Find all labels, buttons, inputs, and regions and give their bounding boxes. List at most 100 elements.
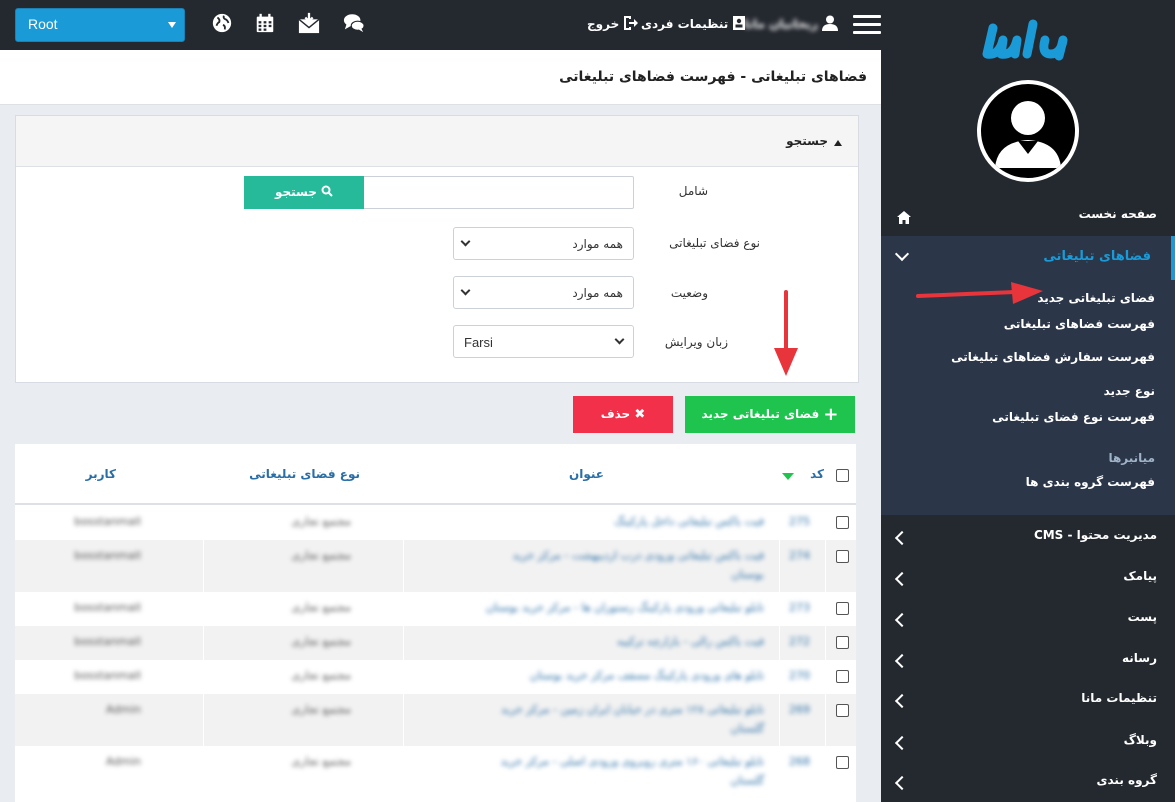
- row-title-line2[interactable]: گلستان: [731, 774, 764, 787]
- menu-toggle-icon[interactable]: [853, 15, 881, 35]
- row-title[interactable]: تابلو تبلیغاتی ورودی پارکینگ رستوران ها …: [486, 601, 764, 614]
- search-panel-header[interactable]: جستجو: [16, 116, 858, 167]
- logout-label: خروج: [587, 17, 620, 31]
- language-label: زبان ویرایش: [664, 335, 728, 349]
- personal-settings-link[interactable]: تنظیمات فردی: [641, 15, 746, 31]
- column-user[interactable]: کاربر: [86, 467, 116, 481]
- column-title[interactable]: عنوان: [569, 467, 604, 481]
- sidebar-item-grouping[interactable]: گروه بندی: [881, 773, 1175, 793]
- delete-label: حذف: [600, 407, 631, 421]
- page-header: فضاهای تبلیغاتی - فهرست فضاهای تبلیغاتی: [0, 50, 881, 105]
- inbox-mail-icon[interactable]: [298, 12, 320, 34]
- table-row[interactable]: 272 فیت باکس رالی - بازارچه ترکیبه مجتمع ت…: [15, 626, 856, 660]
- select-all-checkbox[interactable]: [836, 469, 849, 482]
- row-code[interactable]: 270: [789, 669, 810, 682]
- table-row[interactable]: 270 تابلو های ورودی پارکینگ مسقف مرکز خری…: [15, 660, 856, 694]
- column-ad-type[interactable]: نوع فضای تبلیغاتی: [249, 467, 360, 481]
- row-checkbox[interactable]: [836, 670, 849, 683]
- ad-type-select[interactable]: همه موارد: [453, 227, 634, 260]
- user-link[interactable]: ریحانیان مانا: [744, 15, 839, 31]
- row-ad-type: مجتمع تجاری: [291, 515, 351, 528]
- row-code[interactable]: 269: [789, 703, 810, 716]
- sidebar-sub-new-type[interactable]: نوع جدید: [1104, 384, 1155, 398]
- row-title[interactable]: تابلو های ورودی پارکینگ مسقف مرکز خرید ب…: [530, 669, 764, 682]
- chat-icon[interactable]: [343, 12, 365, 34]
- sidebar-item-post[interactable]: پست: [881, 610, 1175, 630]
- language-select[interactable]: Farsi: [453, 325, 634, 358]
- plus-icon: +: [823, 404, 839, 425]
- row-ad-type: مجتمع تجاری: [291, 703, 351, 716]
- calendar-icon[interactable]: [254, 12, 276, 34]
- row-code[interactable]: 274: [789, 549, 810, 562]
- row-ad-type: مجتمع تجاری: [291, 669, 351, 682]
- row-code[interactable]: 272: [789, 635, 810, 648]
- globe-icon[interactable]: [211, 12, 233, 34]
- row-title-line2[interactable]: بوستان: [731, 568, 764, 581]
- ads-table: کد عنوان نوع فضای تبلیغاتی کاربر 275 فیت …: [15, 444, 856, 802]
- status-select[interactable]: همه موارد: [453, 276, 634, 309]
- sidebar-sub-ad-orders[interactable]: فهرست سفارش فضاهای تبلیغاتی: [951, 350, 1155, 364]
- row-checkbox[interactable]: [836, 704, 849, 717]
- user-icon: [822, 15, 839, 31]
- table-row[interactable]: 269 تابلو تبلیغاتی ۱۲۸ متری در خیابان ایر…: [15, 694, 856, 746]
- row-title[interactable]: فیت باکس رالی - بازارچه ترکیبه: [617, 635, 764, 648]
- sidebar-sub-type-list[interactable]: فهرست نوع فضای تبلیغاتی: [992, 410, 1155, 424]
- row-title[interactable]: فیت باکس تبلیغاتی داخل پارکینگ: [614, 515, 764, 528]
- table-row[interactable]: 275 فیت باکس تبلیغاتی داخل پارکینگ مجتمع ت…: [15, 506, 856, 540]
- logout-link[interactable]: خروج: [587, 15, 639, 31]
- table-row[interactable]: 274 فیت باکس تبلیغاتی ورودی درب اردیبهشت …: [15, 540, 856, 592]
- username: ریحانیان مانا: [744, 17, 818, 31]
- row-user: Admin: [105, 703, 141, 716]
- table-row[interactable]: 273 تابلو تبلیغاتی ورودی پارکینگ رستوران …: [15, 592, 856, 626]
- row-checkbox[interactable]: [836, 550, 849, 563]
- sidebar-item-sms[interactable]: پیامک: [881, 569, 1175, 589]
- sidebar-sub-groupings[interactable]: فهرست گروه بندی ها: [1026, 475, 1155, 489]
- sidebar-item-mana-settings[interactable]: تنظیمات مانا: [881, 691, 1175, 711]
- row-ad-type: مجتمع تجاری: [291, 549, 351, 562]
- mana-logo: [982, 19, 1068, 61]
- row-user: bosstanmall: [74, 549, 141, 562]
- row-user: bosstanmall: [74, 601, 141, 614]
- contains-input[interactable]: [362, 176, 634, 209]
- sidebar-item-label: رسانه: [1122, 651, 1157, 665]
- chevron-left-icon: [894, 693, 910, 709]
- sidebar-item-blog[interactable]: وبلاگ: [881, 733, 1175, 753]
- row-code[interactable]: 268: [789, 755, 810, 768]
- table-header: کد عنوان نوع فضای تبلیغاتی کاربر: [15, 444, 856, 505]
- search-button[interactable]: جستجو: [244, 176, 364, 209]
- row-user: Admin: [105, 755, 141, 768]
- caret-down-icon: [168, 22, 176, 28]
- new-ad-space-button[interactable]: + فضای تبلیغاتی جدید: [685, 396, 855, 433]
- delete-button[interactable]: ✖ حذف: [573, 396, 673, 433]
- new-ad-space-label: فضای تبلیغاتی جدید: [701, 407, 820, 421]
- row-ad-type: مجتمع تجاری: [291, 601, 351, 614]
- chevron-left-icon: [894, 653, 910, 669]
- sidebar-item-home[interactable]: صفحه نخست: [881, 207, 1175, 227]
- close-icon: ✖: [634, 407, 646, 422]
- row-ad-type: مجتمع تجاری: [291, 755, 351, 768]
- sidebar-sub-ad-space-list[interactable]: فهرست فضاهای تبلیغاتی: [1004, 317, 1155, 331]
- sidebar-shortcuts-label: میانبرها: [1108, 451, 1155, 465]
- row-title[interactable]: فیت باکس تبلیغاتی ورودی درب اردیبهشت - م…: [512, 549, 764, 562]
- row-checkbox[interactable]: [836, 636, 849, 649]
- row-user: bosstanmall: [74, 515, 141, 528]
- chevron-down-icon: [460, 285, 471, 296]
- sidebar-item-ad-spaces[interactable]: فضاهای تبلیغاتی: [881, 236, 1175, 280]
- row-checkbox[interactable]: [836, 516, 849, 529]
- personal-settings-label: تنظیمات فردی: [641, 17, 729, 31]
- sidebar-item-label: پیامک: [1123, 569, 1157, 583]
- sidebar-item-cms[interactable]: مدیریت محتوا - CMS: [881, 528, 1175, 548]
- sidebar-sub-new-ad-space[interactable]: فضای تبلیغاتی جدید: [1037, 291, 1155, 305]
- row-checkbox[interactable]: [836, 756, 849, 769]
- row-code[interactable]: 273: [789, 601, 810, 614]
- root-select[interactable]: Root: [15, 8, 185, 42]
- column-code[interactable]: کد: [810, 467, 824, 481]
- row-checkbox[interactable]: [836, 602, 849, 615]
- sidebar-item-media[interactable]: رسانه: [881, 651, 1175, 671]
- table-row[interactable]: 268 تابلو تبلیغاتی ۱۶۰ متری روبروی ورودی …: [15, 746, 856, 798]
- row-title[interactable]: تابلو تبلیغاتی ۱۶۰ متری روبروی ورودی اصل…: [501, 755, 764, 768]
- row-title[interactable]: تابلو تبلیغاتی ۱۲۸ متری در خیابان ایران …: [501, 703, 764, 716]
- row-title-line2[interactable]: گلستان: [731, 722, 764, 735]
- sign-out-icon: [624, 16, 639, 30]
- row-code[interactable]: 275: [789, 515, 810, 528]
